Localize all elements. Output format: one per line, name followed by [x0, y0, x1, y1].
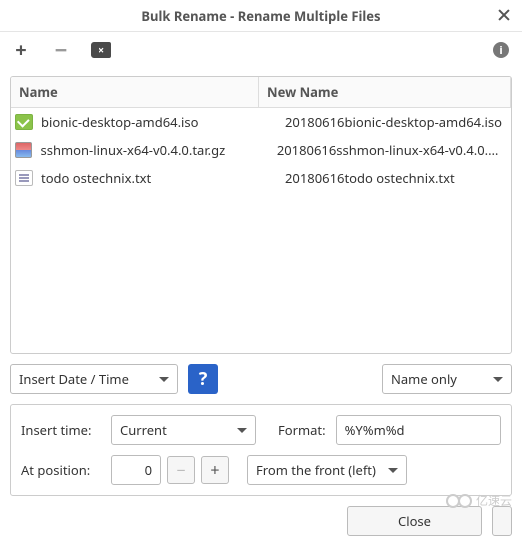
- insert-time-value: Current: [120, 421, 167, 439]
- scope-dropdown[interactable]: Name only: [382, 364, 512, 394]
- options-panel: Insert time: Current Format: %Y%m%d At p…: [10, 404, 512, 496]
- help-button[interactable]: ?: [188, 364, 218, 394]
- info-icon: i: [493, 42, 509, 58]
- insert-time-dropdown[interactable]: Current: [111, 415, 256, 445]
- table-row[interactable]: bionic-desktop-amd64.iso 20180616bionic-…: [11, 108, 511, 136]
- plus-icon: +: [15, 40, 26, 60]
- file-name-cell: bionic-desktop-amd64.iso: [37, 113, 281, 131]
- file-type-icon: [15, 142, 32, 158]
- close-button-label: Close: [398, 512, 431, 530]
- scope-value: Name only: [391, 370, 457, 388]
- position-stepper: 0 − +: [111, 455, 229, 485]
- table-row[interactable]: sshmon-linux-x64-v0.4.0.tar.gz 20180616s…: [11, 136, 511, 164]
- format-input[interactable]: %Y%m%d: [336, 415, 501, 445]
- file-name-cell: todo ostechnix.txt: [37, 169, 281, 187]
- direction-value: From the front (left): [256, 461, 376, 479]
- backspace-icon: ×: [91, 42, 111, 58]
- column-header-new-name[interactable]: New Name: [259, 77, 511, 107]
- clear-list-button[interactable]: ×: [90, 39, 112, 61]
- chevron-down-icon: [493, 377, 503, 387]
- add-file-button[interactable]: +: [10, 39, 32, 61]
- file-type-icon: [15, 114, 33, 130]
- format-label: Format:: [278, 421, 326, 439]
- secondary-button[interactable]: [492, 506, 512, 536]
- insert-time-label: Insert time:: [21, 421, 101, 439]
- position-decrement-button[interactable]: −: [167, 456, 195, 484]
- operation-dropdown[interactable]: Insert Date / Time: [10, 364, 178, 394]
- remove-file-button[interactable]: −: [50, 39, 72, 61]
- window-close-button[interactable]: [496, 7, 512, 23]
- position-label: At position:: [21, 461, 101, 479]
- info-button[interactable]: i: [490, 39, 512, 61]
- chevron-down-icon: [388, 468, 398, 478]
- chevron-down-icon: [159, 377, 169, 387]
- file-name-cell: sshmon-linux-x64-v0.4.0.tar.gz: [36, 141, 272, 159]
- operation-value: Insert Date / Time: [19, 370, 129, 388]
- position-increment-button[interactable]: +: [201, 456, 229, 484]
- column-header-name[interactable]: Name: [11, 77, 259, 107]
- position-value: 0: [145, 461, 152, 479]
- chevron-down-icon: [237, 428, 247, 438]
- file-type-icon: [15, 170, 33, 186]
- position-input[interactable]: 0: [111, 455, 161, 485]
- format-value: %Y%m%d: [345, 421, 405, 439]
- window-title: Bulk Rename - Rename Multiple Files: [141, 7, 380, 25]
- close-button[interactable]: Close: [347, 506, 482, 536]
- new-name-cell: 20180616todo ostechnix.txt: [281, 169, 459, 187]
- new-name-cell: 20180616sshmon-linux-x64-v0.4.0.ta...: [273, 141, 507, 159]
- minus-icon: −: [55, 39, 68, 61]
- file-list[interactable]: Name New Name bionic-desktop-amd64.iso 2…: [10, 76, 512, 354]
- direction-dropdown[interactable]: From the front (left): [247, 455, 407, 485]
- new-name-cell: 20180616bionic-desktop-amd64.iso: [281, 113, 506, 131]
- table-row[interactable]: todo ostechnix.txt 20180616todo ostechni…: [11, 164, 511, 192]
